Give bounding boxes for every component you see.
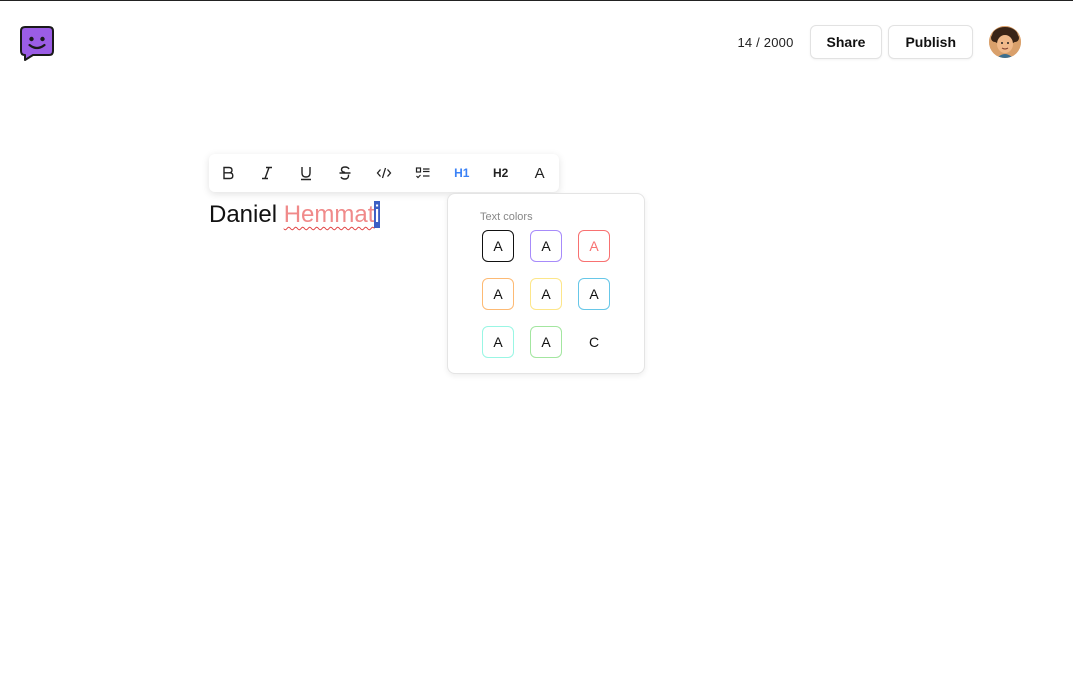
heading1-button[interactable]: H1 — [442, 154, 481, 192]
editor-heading[interactable]: Daniel Hemmati — [209, 201, 380, 229]
code-icon — [376, 167, 392, 179]
selected-text: i — [374, 201, 380, 228]
smiley-chat-icon — [20, 26, 54, 61]
app-logo[interactable] — [19, 25, 55, 61]
text-color-button[interactable]: A — [520, 154, 559, 192]
character-counter: 14 / 2000 — [737, 34, 794, 50]
color-swatch-black[interactable]: A — [482, 230, 514, 262]
italic-icon — [262, 166, 273, 180]
bold-button[interactable] — [209, 154, 248, 192]
checklist-icon — [415, 167, 430, 179]
clear-color-button[interactable]: C — [578, 326, 610, 358]
bold-icon — [223, 166, 234, 180]
color-swatch-blue[interactable]: A — [578, 278, 610, 310]
color-swatch-orange[interactable]: A — [482, 278, 514, 310]
strikethrough-icon — [339, 166, 351, 180]
heading-plain-text: Daniel — [209, 201, 284, 228]
strikethrough-button[interactable] — [326, 154, 365, 192]
publish-button[interactable]: Publish — [888, 25, 973, 59]
heading2-button[interactable]: H2 — [481, 154, 520, 192]
formatting-toolbar: H1 H2 A — [209, 154, 559, 192]
italic-button[interactable] — [248, 154, 287, 192]
underline-button[interactable] — [287, 154, 326, 192]
avatar-portrait-icon — [989, 26, 1021, 58]
share-button[interactable]: Share — [809, 25, 883, 59]
color-swatch-yellow[interactable]: A — [530, 278, 562, 310]
text-color-popup: Text colors A A A A A A A A C — [447, 193, 645, 374]
checklist-button[interactable] — [403, 154, 442, 192]
color-swatch-red[interactable]: A — [578, 230, 610, 262]
underline-icon — [301, 167, 312, 181]
code-button[interactable] — [365, 154, 404, 192]
color-swatch-green[interactable]: A — [530, 326, 562, 358]
color-swatch-teal[interactable]: A — [482, 326, 514, 358]
header-actions: 14 / 2000 Share Publish — [737, 25, 1021, 59]
user-avatar[interactable] — [989, 26, 1021, 58]
popup-title: Text colors — [480, 211, 533, 223]
color-swatch-purple[interactable]: A — [530, 230, 562, 262]
heading-colored-text: Hemmat — [283, 201, 375, 228]
